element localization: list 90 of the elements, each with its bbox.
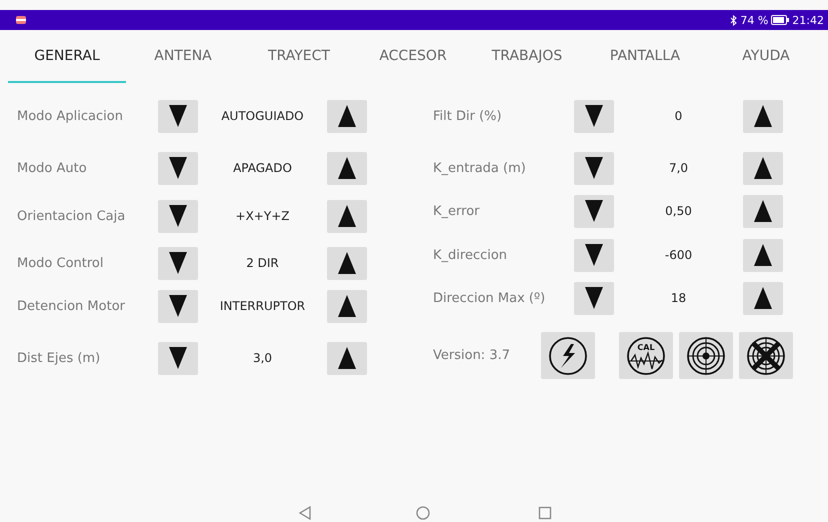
recent-apps-icon[interactable] [537, 505, 553, 521]
increase-button[interactable] [743, 194, 783, 228]
decrease-button[interactable] [574, 100, 614, 132]
up-triangle-icon [754, 200, 772, 222]
up-triangle-icon [754, 105, 772, 127]
decrease-button[interactable] [158, 290, 198, 322]
tool-button[interactable] [739, 332, 793, 379]
setting-value: AUTOGUIADO [220, 109, 305, 123]
up-triangle-icon [338, 347, 356, 369]
up-triangle-icon [754, 244, 772, 266]
decrease-button[interactable] [158, 246, 198, 280]
down-triangle-icon [585, 287, 603, 309]
tab[interactable]: GENERAL [8, 30, 126, 83]
down-triangle-icon [169, 157, 187, 179]
decrease-button[interactable] [574, 152, 614, 184]
setting-label: K_entrada (m) [433, 160, 527, 176]
down-triangle-icon [585, 105, 603, 127]
setting-value: 7,0 [668, 161, 690, 175]
app-icon [16, 16, 26, 24]
increase-button[interactable] [743, 238, 783, 272]
tool-button[interactable] [541, 332, 595, 379]
setting-value: 3,0 [252, 351, 274, 365]
increase-button[interactable] [327, 100, 367, 132]
down-triangle-icon [169, 205, 187, 227]
target-icon [687, 336, 725, 374]
setting-label: Modo Auto [17, 160, 88, 176]
setting-label: Direccion Max (º) [433, 290, 546, 306]
decrease-button[interactable] [158, 100, 198, 132]
setting-value: -600 [664, 248, 694, 262]
tab[interactable]: AYUDA [704, 30, 828, 83]
setting-value: 0 [674, 109, 684, 123]
battery-percent: 74 % [740, 14, 768, 26]
setting-value: INTERRUPTOR [218, 299, 306, 313]
increase-button[interactable] [327, 200, 367, 232]
decrease-button[interactable] [574, 238, 614, 272]
up-triangle-icon [754, 287, 772, 309]
down-triangle-icon [585, 157, 603, 179]
increase-button[interactable] [327, 246, 367, 280]
setting-label: Modo Control [17, 256, 104, 270]
increase-button[interactable] [327, 152, 367, 184]
decrease-button[interactable] [158, 200, 198, 232]
setting-label: K_error [433, 204, 480, 218]
tab[interactable]: ACCESOR [358, 30, 468, 83]
down-triangle-icon [169, 347, 187, 369]
setting-label: Filt Dir (%) [433, 108, 503, 124]
down-triangle-icon [169, 252, 187, 274]
back-icon[interactable] [297, 505, 313, 521]
down-triangle-icon [585, 200, 603, 222]
setting-value: 0,50 [664, 204, 693, 218]
setting-label: Modo Aplicacion [17, 108, 124, 124]
decrease-button[interactable] [574, 282, 614, 314]
decrease-button[interactable] [158, 152, 198, 184]
tab[interactable]: TRAYECT [240, 30, 358, 83]
setting-label: K_direccion [433, 248, 508, 262]
clock-time: 21:42 [792, 14, 824, 26]
battery-icon [771, 15, 790, 25]
up-triangle-icon [338, 295, 356, 317]
tab[interactable]: TRABAJOS [468, 30, 586, 83]
tab[interactable]: PANTALLA [586, 30, 704, 83]
home-icon[interactable] [415, 505, 431, 521]
increase-button[interactable] [327, 342, 367, 374]
bluetooth-icon [730, 14, 738, 26]
setting-label: Dist Ejes (m) [17, 350, 102, 366]
up-triangle-icon [338, 252, 356, 274]
version-label: Version: 3.7 [433, 348, 511, 363]
tab[interactable]: ANTENA [126, 30, 240, 83]
setting-value: 2 DIR [245, 256, 280, 270]
up-triangle-icon [754, 157, 772, 179]
increase-button[interactable] [743, 100, 783, 132]
setting-value: APAGADO [232, 161, 293, 175]
lightning-icon [549, 336, 587, 374]
crossed-target-icon [747, 336, 785, 374]
up-triangle-icon [338, 105, 356, 127]
up-triangle-icon [338, 205, 356, 227]
tool-button[interactable]: CAL [619, 332, 673, 379]
setting-value: +X+Y+Z [234, 209, 290, 223]
setting-value: 18 [670, 291, 688, 305]
down-triangle-icon [585, 244, 603, 266]
decrease-button[interactable] [158, 342, 198, 374]
up-triangle-icon [338, 157, 356, 179]
tool-button[interactable] [679, 332, 733, 379]
down-triangle-icon [169, 295, 187, 317]
setting-label: Orientacion Caja [17, 208, 126, 224]
down-triangle-icon [169, 105, 187, 127]
increase-button[interactable] [327, 290, 367, 322]
setting-label: Detencion Motor [17, 298, 126, 314]
decrease-button[interactable] [574, 194, 614, 228]
calibration-icon: CAL [627, 336, 665, 374]
increase-button[interactable] [743, 152, 783, 184]
increase-button[interactable] [743, 282, 783, 314]
